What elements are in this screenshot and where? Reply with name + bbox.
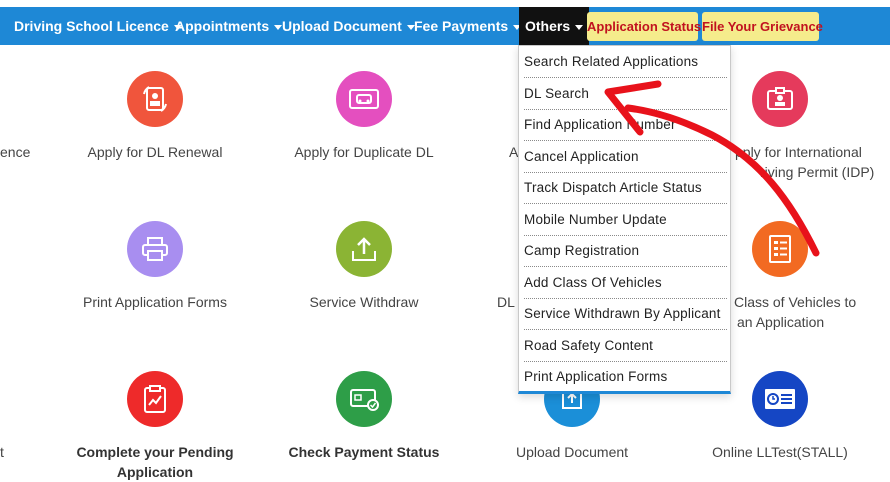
tile-complete-line2: Application [116, 464, 194, 480]
pending-application-icon[interactable] [127, 371, 183, 427]
menu-item-print-application-forms[interactable]: Print Application Forms [524, 361, 727, 392]
online-lltest-icon[interactable] [752, 371, 808, 427]
nav-label: Others [525, 18, 571, 34]
tile-duplicate-dl[interactable]: Apply for Duplicate DL [284, 142, 444, 162]
caret-down-icon [575, 24, 584, 30]
menu-item-cancel-application[interactable]: Cancel Application [524, 141, 727, 173]
tile-label-cut-left: ence [0, 144, 31, 160]
menu-item-add-class-of-vehicles[interactable]: Add Class Of Vehicles [524, 267, 727, 299]
tile-dl-renewal[interactable]: Apply for DL Renewal [75, 142, 235, 162]
printer-icon[interactable] [127, 221, 183, 277]
application-status-button[interactable]: Application Status [587, 12, 701, 41]
tile-label-cut-left-3: t [0, 444, 4, 460]
nav-appointments[interactable]: Appointments [175, 7, 283, 45]
nav-label: Driving School Licence [14, 18, 169, 34]
check-payment-icon[interactable] [336, 371, 392, 427]
duplicate-dl-icon[interactable] [336, 71, 392, 127]
class-of-vehicles-icon[interactable] [752, 221, 808, 277]
tile-class-of-vehicles[interactable]: Class of Vehicles to an Application [734, 292, 890, 332]
tile-service-withdraw[interactable]: Service Withdraw [284, 292, 444, 312]
nav-label: Appointments [175, 18, 270, 34]
tile-label-hidden-2: DL [497, 294, 515, 310]
tile-complete-line1: Complete your Pending [76, 444, 234, 460]
dl-renewal-icon[interactable] [127, 71, 183, 127]
file-grievance-button[interactable]: File Your Grievance [702, 12, 823, 41]
menu-item-service-withdrawn[interactable]: Service Withdrawn By Applicant [524, 298, 727, 330]
menu-item-track-dispatch[interactable]: Track Dispatch Article Status [524, 172, 727, 204]
tile-check-payment[interactable]: Check Payment Status [279, 442, 449, 462]
menu-item-dl-search[interactable]: DL Search [524, 78, 727, 110]
tile-idp[interactable]: pply for International riving Permit (ID… [735, 142, 890, 182]
tile-class-line2: an Application [737, 314, 825, 330]
tile-complete-pending[interactable]: Complete your Pending Application [70, 442, 240, 482]
tile-class-line1: Class of Vehicles to [734, 294, 857, 310]
menu-item-camp-registration[interactable]: Camp Registration [524, 235, 727, 267]
tile-idp-line2: riving Permit (IDP) [760, 164, 875, 180]
idp-icon[interactable] [752, 71, 808, 127]
menu-item-search-related-applications[interactable]: Search Related Applications [524, 46, 727, 78]
withdraw-icon[interactable] [336, 221, 392, 277]
nav-driving-school-licence[interactable]: Driving School Licence [14, 7, 182, 45]
nav-label: Fee Payments [414, 18, 509, 34]
caret-down-icon [274, 24, 283, 30]
tile-label-hidden: A [509, 144, 519, 160]
others-dropdown-menu: Search Related Applications DL Search Fi… [518, 45, 731, 394]
tile-upload-document[interactable]: Upload Document [497, 442, 647, 462]
nav-label: Upload Document [282, 18, 402, 34]
tile-idp-line1: pply for International [735, 144, 862, 160]
nav-fee-payments[interactable]: Fee Payments [414, 7, 522, 45]
main-navbar: Driving School Licence Appointments Uplo… [0, 7, 890, 45]
nav-others[interactable]: Others [519, 7, 590, 45]
nav-upload-document[interactable]: Upload Document [282, 7, 415, 45]
menu-item-road-safety-content[interactable]: Road Safety Content [524, 330, 727, 362]
tile-print-forms[interactable]: Print Application Forms [75, 292, 235, 312]
tile-online-lltest[interactable]: Online LLTest(STALL) [700, 442, 860, 462]
menu-item-find-application-number[interactable]: Find Application Number [524, 109, 727, 141]
menu-item-mobile-number-update[interactable]: Mobile Number Update [524, 204, 727, 236]
